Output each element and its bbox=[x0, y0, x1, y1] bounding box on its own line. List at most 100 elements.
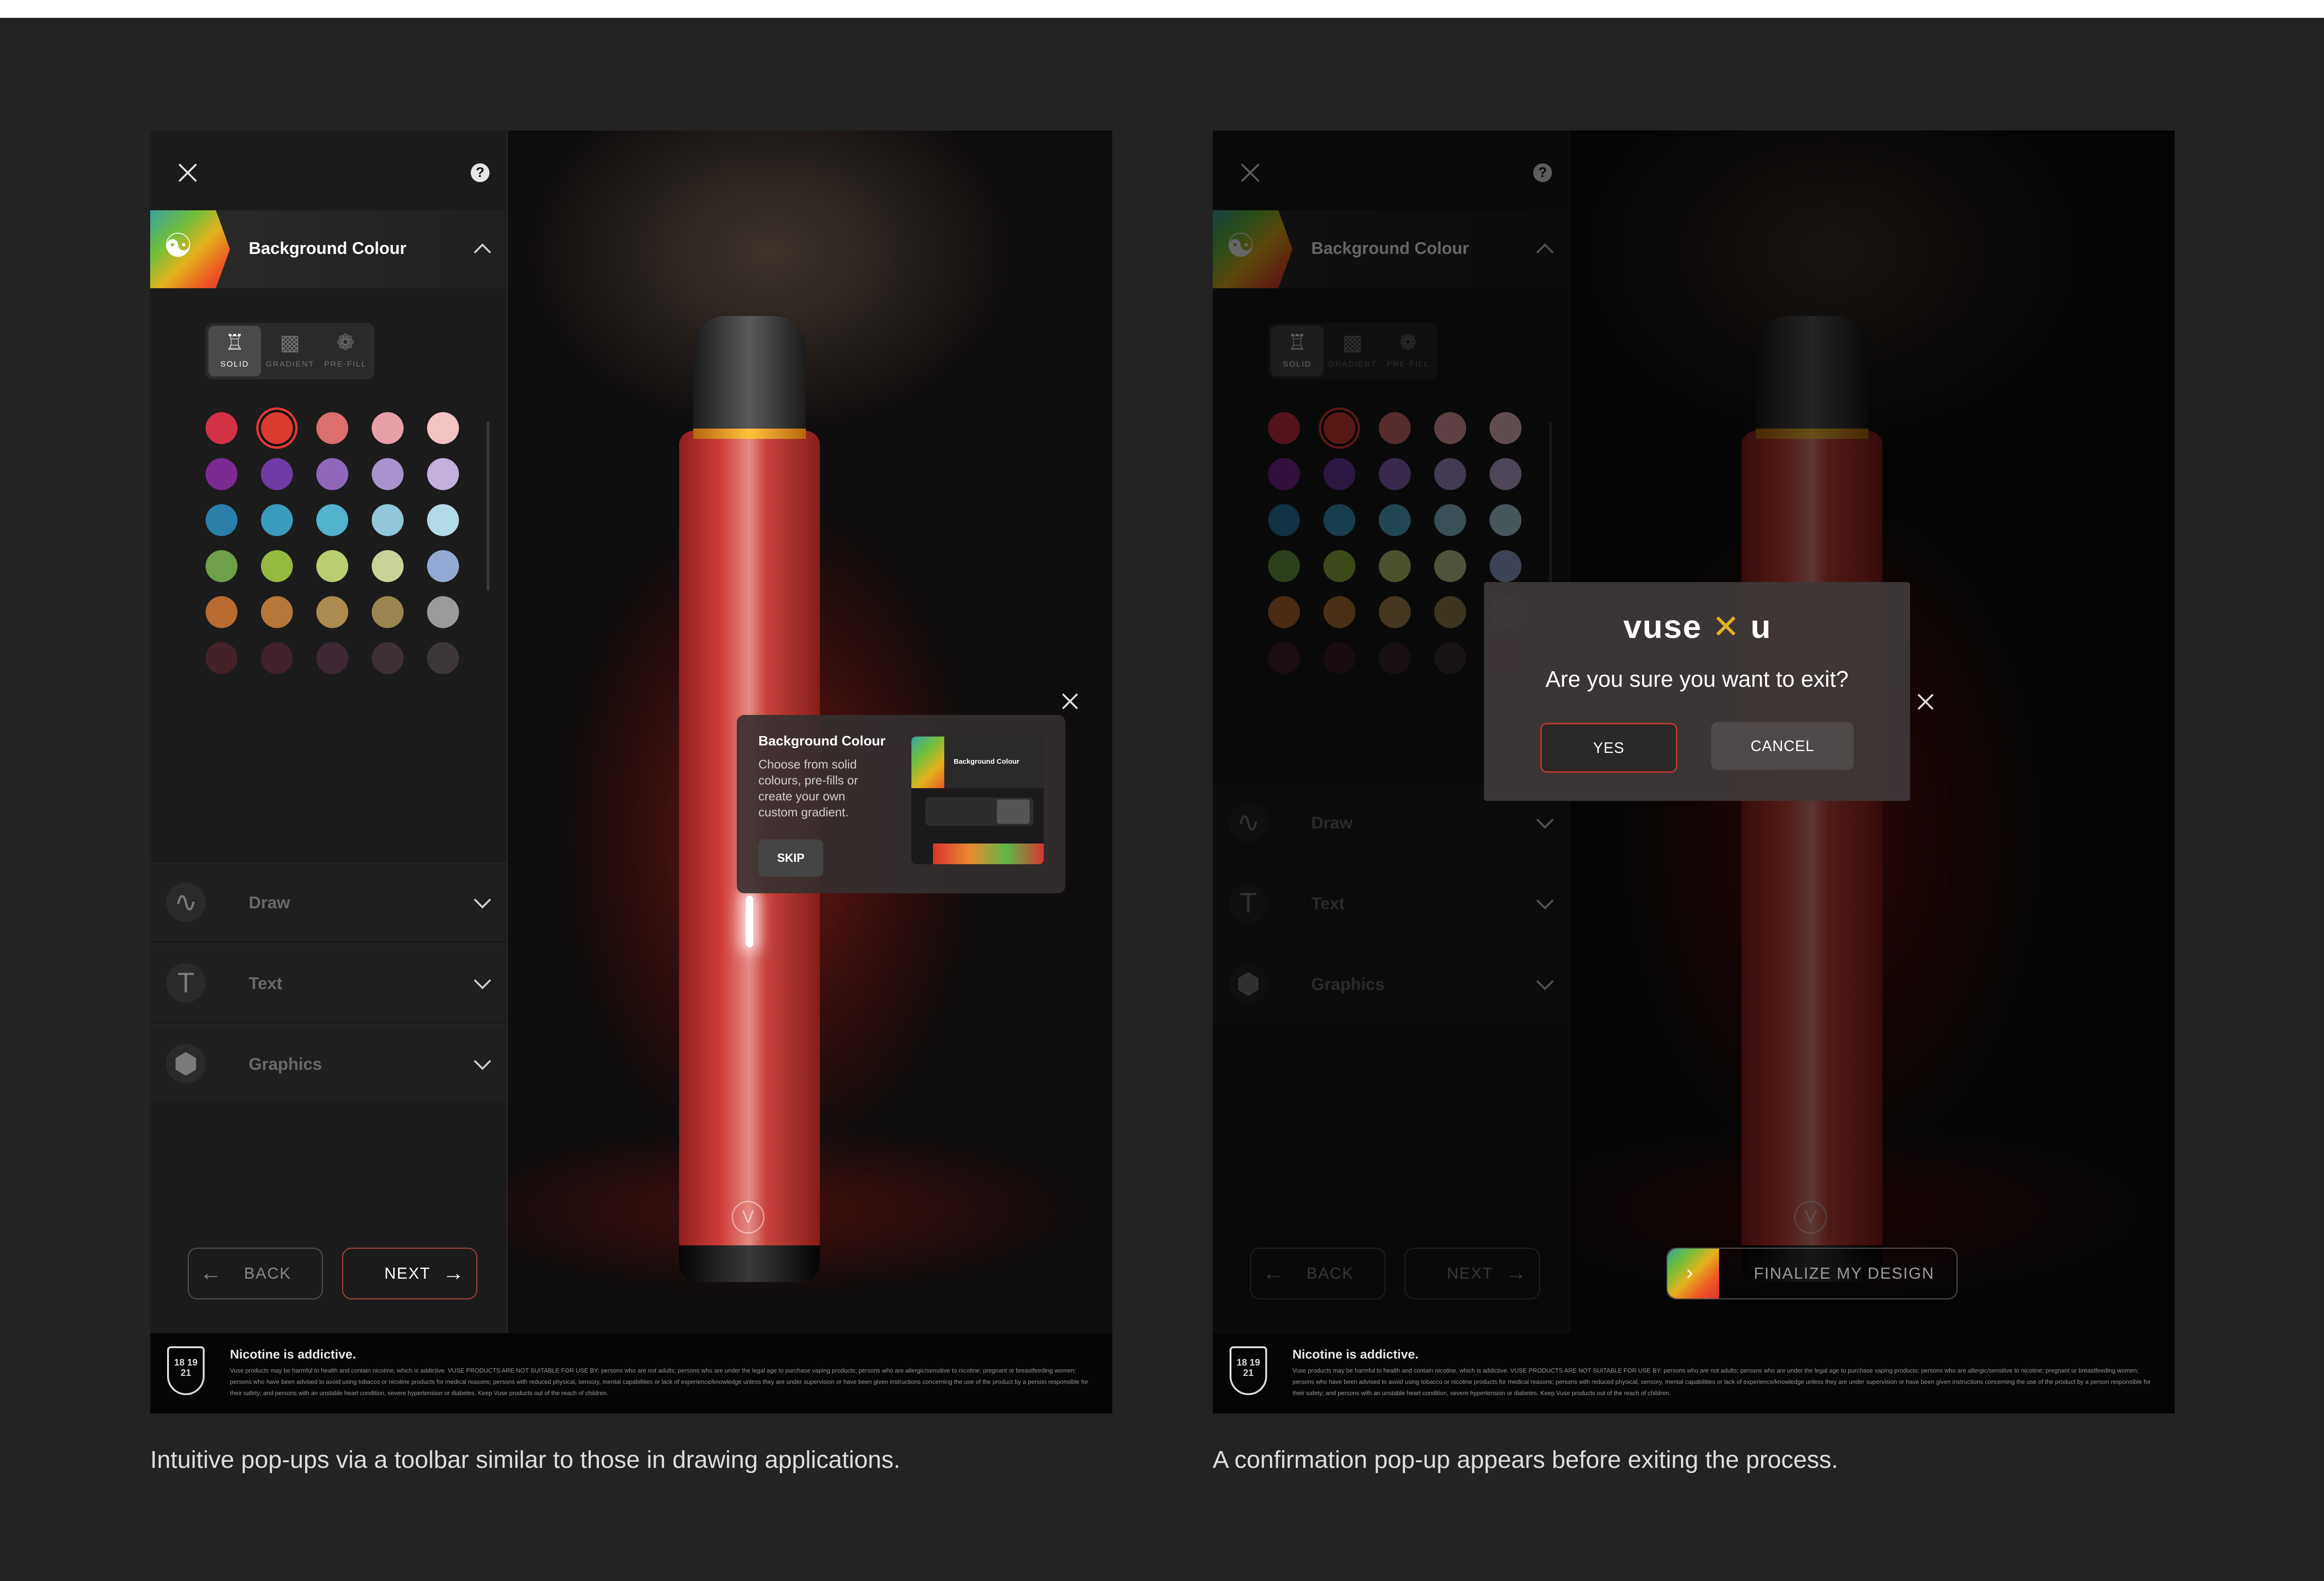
chevron-down-icon bbox=[474, 1052, 491, 1070]
accordion-draw[interactable]: ∿ Draw bbox=[150, 863, 507, 941]
colour-swatch[interactable] bbox=[316, 458, 348, 490]
preview-active-mode bbox=[997, 799, 1030, 824]
arrow-left-icon: ← bbox=[200, 1260, 222, 1285]
preview-chip bbox=[911, 737, 944, 788]
background-colour-header[interactable]: ☯ Background Colour bbox=[150, 210, 507, 288]
mode-prefill-button[interactable]: ❁ PRE-FILL bbox=[319, 326, 372, 376]
chevron-right-icon: › bbox=[1686, 1261, 1694, 1284]
mode-label: PRE-FILL bbox=[324, 360, 367, 368]
colour-swatch[interactable] bbox=[372, 458, 404, 490]
brand-x-icon: ✕ bbox=[1712, 608, 1751, 645]
chevron-down-icon bbox=[474, 972, 491, 990]
back-label: BACK bbox=[244, 1265, 291, 1282]
warning-text: Vuse products may be harmful to health a… bbox=[1292, 1367, 2151, 1397]
finalize-design-button[interactable]: › FINALIZE MY DESIGN bbox=[1667, 1248, 1957, 1299]
colour-swatch[interactable] bbox=[261, 550, 293, 582]
colour-swatch[interactable] bbox=[206, 642, 237, 674]
colour-swatch[interactable] bbox=[316, 550, 348, 582]
onboarding-tooltip: Background Colour Choose from solid colo… bbox=[737, 715, 1065, 893]
next-button[interactable]: NEXT → bbox=[342, 1248, 477, 1299]
help-icon[interactable]: ? bbox=[471, 163, 489, 182]
preview-title: Background Colour bbox=[954, 758, 1020, 766]
brand-vuse: vuse bbox=[1623, 608, 1702, 645]
colour-swatch[interactable] bbox=[427, 596, 459, 628]
mode-solid-button[interactable]: ♖ SOLID bbox=[208, 326, 261, 376]
cancel-button[interactable]: CANCEL bbox=[1711, 722, 1854, 770]
accordion-label: Graphics bbox=[249, 1054, 322, 1074]
health-warning-footer: 18 19 21 Nicotine is addictive. Vuse pro… bbox=[150, 1333, 1112, 1413]
colour-swatch-grid bbox=[206, 412, 464, 674]
colour-swatch[interactable] bbox=[372, 596, 404, 628]
finalize-chip: › bbox=[1667, 1249, 1719, 1298]
colour-swatch[interactable] bbox=[427, 550, 459, 582]
background-colour-title: Background Colour bbox=[249, 238, 407, 258]
age-restriction-badge: 18 19 21 bbox=[1225, 1346, 1272, 1399]
designer-screen-tooltip: V ? ☯ Background Colour ♖ SOLID ▩ GRADIE… bbox=[150, 130, 1112, 1413]
colour-swatch[interactable] bbox=[372, 550, 404, 582]
colour-swatch[interactable] bbox=[372, 504, 404, 536]
accordion-text[interactable]: T Text bbox=[150, 944, 507, 1021]
brush-stroke-icon: ∿ bbox=[166, 883, 206, 922]
graphics-hexagon-icon: ⬢ bbox=[166, 1044, 206, 1083]
colour-swatch[interactable] bbox=[316, 412, 348, 444]
dialog-close-icon[interactable] bbox=[1915, 691, 1936, 712]
palette-icon: ❁ bbox=[336, 330, 355, 354]
colour-swatch[interactable] bbox=[372, 412, 404, 444]
age-numbers: 18 19 21 bbox=[1236, 1358, 1261, 1378]
device-light bbox=[746, 896, 753, 947]
colour-swatch[interactable] bbox=[316, 504, 348, 536]
caption-left: Intuitive pop-ups via a toolbar similar … bbox=[150, 1446, 901, 1474]
warning-title: Nicotine is addictive. bbox=[1292, 1347, 1419, 1361]
accordion-label: Draw bbox=[249, 893, 290, 912]
finalize-label: FINALIZE MY DESIGN bbox=[1754, 1265, 1934, 1282]
gradient-icon: ▩ bbox=[280, 330, 300, 354]
skip-button[interactable]: SKIP bbox=[758, 839, 823, 877]
colour-swatch[interactable] bbox=[261, 458, 293, 490]
swatch-scrollbar[interactable] bbox=[487, 422, 489, 591]
age-restriction-badge: 18 19 21 bbox=[162, 1346, 209, 1399]
paint-bucket-icon: ♖ bbox=[225, 330, 245, 354]
chevron-down-icon bbox=[474, 891, 491, 909]
arrow-right-icon: → bbox=[443, 1260, 465, 1285]
age-numbers: 18 19 21 bbox=[174, 1358, 198, 1378]
colour-swatch[interactable] bbox=[206, 504, 237, 536]
warning-text: Vuse products may be harmful to health a… bbox=[230, 1367, 1088, 1397]
yes-button[interactable]: YES bbox=[1540, 723, 1677, 773]
colour-swatch[interactable] bbox=[206, 412, 237, 444]
text-t-icon: T bbox=[166, 963, 206, 1003]
colour-swatch[interactable] bbox=[316, 596, 348, 628]
colour-swatch[interactable] bbox=[261, 504, 293, 536]
tooltip-preview-image: Background Colour bbox=[911, 737, 1044, 864]
colour-swatch[interactable] bbox=[427, 458, 459, 490]
exit-question: Are you sure you want to exit? bbox=[1545, 667, 1849, 692]
tooltip-close-icon[interactable] bbox=[1060, 691, 1080, 712]
colour-swatch[interactable] bbox=[372, 642, 404, 674]
preview-mode-switch bbox=[925, 798, 1033, 826]
fill-mode-segmented: ♖ SOLID ▩ GRADIENT ❁ PRE-FILL bbox=[206, 323, 375, 379]
colour-swatch[interactable] bbox=[261, 642, 293, 674]
tooltip-title: Background Colour bbox=[758, 734, 886, 749]
accordion-label: Text bbox=[249, 974, 283, 993]
paint-bucket-icon: ☯ bbox=[163, 227, 193, 264]
next-label: NEXT bbox=[384, 1265, 431, 1282]
colour-swatch[interactable] bbox=[206, 596, 237, 628]
colour-swatch[interactable] bbox=[261, 412, 293, 444]
colour-swatch[interactable] bbox=[427, 642, 459, 674]
caption-right: A confirmation pop-up appears before exi… bbox=[1213, 1446, 1838, 1474]
colour-swatch[interactable] bbox=[427, 412, 459, 444]
colour-swatch[interactable] bbox=[261, 596, 293, 628]
preview-gradient-bar bbox=[933, 844, 1044, 864]
mode-gradient-button[interactable]: ▩ GRADIENT bbox=[264, 326, 316, 376]
chevron-up-icon[interactable] bbox=[474, 243, 491, 261]
accordion-graphics[interactable]: ⬢ Graphics bbox=[150, 1024, 507, 1102]
designer-screen-exit-confirm: V ? ☯ Background Colour ♖ SOLID ▩ GRADIE… bbox=[1213, 130, 2175, 1413]
device-logo-icon: V bbox=[732, 1201, 764, 1234]
device-base bbox=[679, 1245, 820, 1282]
colour-swatch[interactable] bbox=[206, 550, 237, 582]
close-icon[interactable] bbox=[175, 160, 201, 186]
colour-swatch[interactable] bbox=[316, 642, 348, 674]
back-button[interactable]: ← BACK bbox=[188, 1248, 323, 1299]
colour-swatch[interactable] bbox=[427, 504, 459, 536]
tooltip-text: Choose from solid colours, pre-fills or … bbox=[758, 757, 858, 819]
colour-swatch[interactable] bbox=[206, 458, 237, 490]
